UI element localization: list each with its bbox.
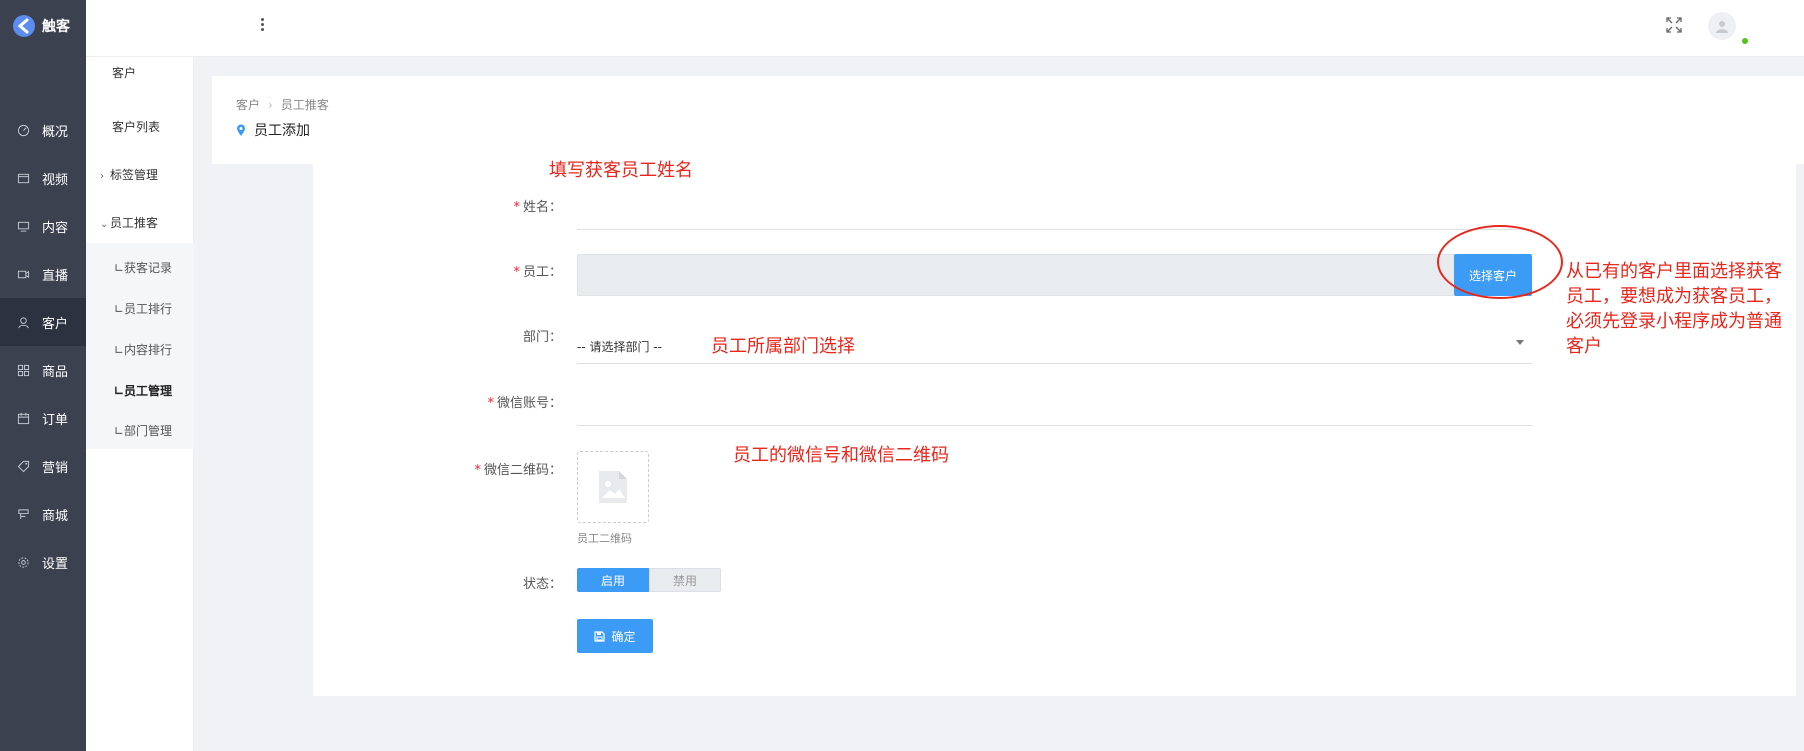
submenu-staff-mgmt[interactable]: ∟员工管理 bbox=[114, 382, 172, 399]
page-title: 员工添加 bbox=[236, 120, 310, 140]
nav-label: 直播 bbox=[42, 268, 69, 284]
submenu-content-ranking[interactable]: ∟内容排行 bbox=[114, 341, 172, 358]
annotation-highlight-ellipse bbox=[1437, 225, 1563, 299]
breadcrumb-separator: › bbox=[268, 98, 273, 112]
nav-dashboard[interactable]: 概况 bbox=[0, 106, 86, 154]
breadcrumb-parent[interactable]: 客户 bbox=[236, 98, 260, 112]
online-status-dot bbox=[1742, 38, 1748, 44]
gear-icon bbox=[16, 555, 30, 569]
live-icon bbox=[16, 267, 30, 281]
customer-icon bbox=[16, 315, 30, 329]
nav-label: 视频 bbox=[42, 172, 69, 188]
name-input[interactable] bbox=[577, 200, 1532, 230]
qrcode-label: * 微信二维码： bbox=[474, 463, 562, 478]
chevron-down-icon bbox=[1516, 340, 1524, 345]
nav-label: 客户 bbox=[42, 316, 69, 332]
status-enable-button[interactable]: 启用 bbox=[577, 568, 649, 592]
nav-label: 商城 bbox=[42, 508, 69, 524]
breadcrumb-current[interactable]: 员工推客 bbox=[281, 98, 329, 112]
nav-label: 概况 bbox=[42, 124, 69, 140]
nav-label: 内容 bbox=[42, 220, 69, 236]
avatar[interactable] bbox=[1708, 12, 1736, 40]
chevron-right-icon: › bbox=[100, 171, 104, 182]
main-sidebar: 触客 概况 视频 内容 直播 客户 商品 订单 营销 商城 设置 bbox=[0, 0, 86, 751]
nav-label: 商品 bbox=[42, 364, 69, 380]
annotation-dept-hint: 员工所属部门选择 bbox=[711, 336, 855, 357]
chevron-down-icon: ⌄ bbox=[100, 219, 109, 230]
customer-submenu: 客户 客户列表 › 标签管理 ⌄ 员工推客 ∟获客记录 ∟员工排行 ∟内容排行 ∟员… bbox=[86, 0, 194, 751]
nav-label: 订单 bbox=[42, 412, 69, 428]
submenu-tag-mgmt[interactable]: › 标签管理 bbox=[100, 166, 158, 183]
submenu-dept-mgmt[interactable]: ∟部门管理 bbox=[114, 422, 172, 439]
image-placeholder-icon bbox=[599, 471, 627, 503]
more-vertical-icon[interactable] bbox=[261, 18, 265, 32]
nav-order[interactable]: 订单 bbox=[0, 394, 86, 442]
nav-marketing[interactable]: 营销 bbox=[0, 442, 86, 490]
status-label: 状态： bbox=[522, 577, 562, 592]
nav-shop[interactable]: 商城 bbox=[0, 490, 86, 538]
qrcode-upload[interactable] bbox=[577, 451, 649, 523]
page-title-text: 员工添加 bbox=[254, 123, 310, 139]
dept-label: 部门： bbox=[522, 330, 562, 345]
nav-content[interactable]: 内容 bbox=[0, 202, 86, 250]
order-icon bbox=[16, 411, 30, 425]
annotation-wechat-hint: 员工的微信号和微信二维码 bbox=[733, 445, 949, 466]
breadcrumb-card: 客户 › 员工推客 员工添加 bbox=[212, 76, 1804, 164]
content-icon bbox=[16, 219, 30, 233]
submenu-referral[interactable]: ⌄ 员工推客 bbox=[100, 214, 158, 231]
top-header bbox=[86, 0, 1804, 57]
breadcrumb: 客户 › 员工推客 bbox=[236, 96, 329, 113]
user-icon bbox=[1716, 21, 1728, 33]
submenu-group-title: 客户 bbox=[112, 66, 137, 80]
dept-select-value: -- 请选择部门 -- bbox=[577, 340, 662, 354]
status-disable-button[interactable]: 禁用 bbox=[649, 568, 721, 592]
submenu-staff-ranking[interactable]: ∟员工排行 bbox=[114, 300, 172, 317]
tag-icon bbox=[16, 459, 30, 473]
nav-settings[interactable]: 设置 bbox=[0, 538, 86, 586]
wechat-input[interactable] bbox=[577, 404, 1532, 426]
nav-label: 设置 bbox=[42, 556, 69, 572]
annotation-name-hint: 填写获客员工姓名 bbox=[549, 160, 693, 181]
brand-name: 触客 bbox=[42, 19, 70, 35]
logo-icon bbox=[13, 15, 35, 37]
annotation-employee-hint: 从已有的客户里面选择获客员工，要想成为获客员工，必须先登录小程序成为普通客户 bbox=[1566, 261, 1782, 357]
video-icon bbox=[16, 171, 30, 185]
location-pin-icon bbox=[237, 124, 245, 136]
dashboard-icon bbox=[16, 123, 30, 137]
name-label: * 姓名： bbox=[513, 200, 562, 215]
confirm-button[interactable]: 确定 bbox=[577, 619, 653, 653]
shop-icon bbox=[16, 507, 30, 521]
qrcode-caption: 员工二维码 bbox=[577, 532, 632, 545]
nav-goods[interactable]: 商品 bbox=[0, 346, 86, 394]
wechat-label: * 微信账号： bbox=[487, 396, 562, 411]
submenu-label: 标签管理 bbox=[110, 168, 159, 182]
brand-logo[interactable]: 触客 bbox=[0, 0, 86, 52]
nav-live[interactable]: 直播 bbox=[0, 250, 86, 298]
employee-input bbox=[577, 254, 1489, 296]
save-icon bbox=[594, 630, 606, 642]
nav-video[interactable]: 视频 bbox=[0, 154, 86, 202]
employee-form: * 姓名： * 员工： 选择客户 部门： -- 请选择部门 -- * 微信账号： * 微… bbox=[313, 164, 1796, 696]
submenu-acquire-records[interactable]: ∟获客记录 bbox=[114, 259, 172, 276]
confirm-label: 确定 bbox=[611, 629, 636, 644]
employee-label: * 员工： bbox=[513, 265, 562, 280]
goods-icon bbox=[16, 363, 30, 377]
submenu-customer-list[interactable]: 客户列表 bbox=[112, 118, 160, 135]
nav-customer[interactable]: 客户 bbox=[0, 298, 86, 346]
submenu-label: 员工推客 bbox=[110, 216, 159, 230]
fullscreen-icon[interactable] bbox=[1666, 17, 1682, 33]
nav-label: 营销 bbox=[42, 460, 69, 476]
